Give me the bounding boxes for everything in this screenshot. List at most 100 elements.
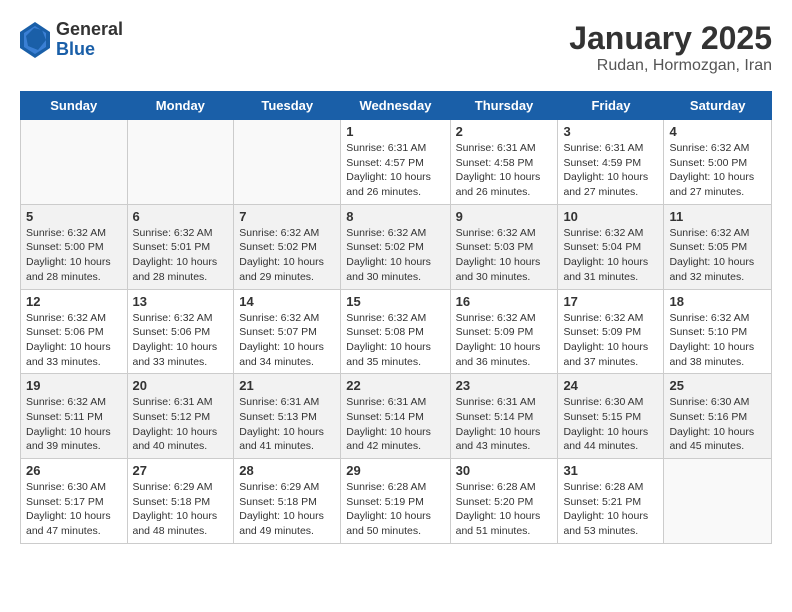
day-number: 17 [563, 294, 658, 309]
day-info: Sunrise: 6:32 AM Sunset: 5:11 PM Dayligh… [26, 395, 122, 454]
calendar-day-cell [664, 459, 772, 544]
calendar-day-cell: 12 Sunrise: 6:32 AM Sunset: 5:06 PM Dayli… [21, 289, 128, 374]
calendar-day-cell: 17 Sunrise: 6:32 AM Sunset: 5:09 PM Dayli… [558, 289, 664, 374]
day-number: 18 [669, 294, 766, 309]
calendar-day-cell: 31Sunrise: 6:28 AM Sunset: 5:21 PM Dayli… [558, 459, 664, 544]
calendar-day-cell: 6Sunrise: 6:32 AM Sunset: 5:01 PM Daylig… [127, 204, 234, 289]
calendar-day-cell: 8Sunrise: 6:32 AM Sunset: 5:02 PM Daylig… [341, 204, 450, 289]
day-number: 27 [133, 463, 229, 478]
day-info: Sunrise: 6:31 AM Sunset: 4:59 PM Dayligh… [563, 141, 658, 200]
calendar-day-cell: 20 Sunrise: 6:31 AM Sunset: 5:12 PM Dayli… [127, 374, 234, 459]
day-info: Sunrise: 6:32 AM Sunset: 5:08 PM Dayligh… [346, 311, 444, 370]
day-number: 3 [563, 124, 658, 139]
day-info: Sunrise: 6:32 AM Sunset: 5:05 PM Dayligh… [669, 226, 766, 285]
day-number: 29 [346, 463, 444, 478]
day-info: Sunrise: 6:31 AM Sunset: 4:58 PM Dayligh… [456, 141, 553, 200]
weekday-header: Sunday [21, 92, 128, 120]
day-info: Sunrise: 6:30 AM Sunset: 5:17 PM Dayligh… [26, 480, 122, 539]
day-number: 25 [669, 378, 766, 393]
calendar-title: January 2025 [569, 20, 772, 57]
calendar-day-cell: 2 Sunrise: 6:31 AM Sunset: 4:58 PM Daylig… [450, 120, 558, 205]
calendar-day-cell: 22 Sunrise: 6:31 AM Sunset: 5:14 PM Dayli… [341, 374, 450, 459]
calendar-day-cell: 10 Sunrise: 6:32 AM Sunset: 5:04 PM Dayli… [558, 204, 664, 289]
day-number: 14 [239, 294, 335, 309]
day-number: 20 [133, 378, 229, 393]
calendar-week-row: 19 Sunrise: 6:32 AM Sunset: 5:11 PM Dayli… [21, 374, 772, 459]
day-info: Sunrise: 6:28 AM Sunset: 5:21 PM Dayligh… [563, 480, 658, 539]
day-info: Sunrise: 6:32 AM Sunset: 5:01 PM Dayligh… [133, 226, 229, 285]
day-info: Sunrise: 6:32 AM Sunset: 5:04 PM Dayligh… [563, 226, 658, 285]
calendar-day-cell: 29 Sunrise: 6:28 AM Sunset: 5:19 PM Dayli… [341, 459, 450, 544]
day-number: 8 [346, 209, 444, 224]
weekday-header-row: SundayMondayTuesdayWednesdayThursdayFrid… [21, 92, 772, 120]
calendar-day-cell: 15 Sunrise: 6:32 AM Sunset: 5:08 PM Dayli… [341, 289, 450, 374]
logo-general: General [56, 20, 123, 40]
calendar-day-cell [21, 120, 128, 205]
day-info: Sunrise: 6:31 AM Sunset: 5:14 PM Dayligh… [346, 395, 444, 454]
day-info: Sunrise: 6:28 AM Sunset: 5:19 PM Dayligh… [346, 480, 444, 539]
day-info: Sunrise: 6:32 AM Sunset: 5:09 PM Dayligh… [563, 311, 658, 370]
calendar-day-cell: 18 Sunrise: 6:32 AM Sunset: 5:10 PM Dayli… [664, 289, 772, 374]
calendar-day-cell: 5 Sunrise: 6:32 AM Sunset: 5:00 PM Daylig… [21, 204, 128, 289]
day-number: 16 [456, 294, 553, 309]
logo-text: General Blue [56, 20, 123, 60]
day-number: 5 [26, 209, 122, 224]
day-number: 4 [669, 124, 766, 139]
day-info: Sunrise: 6:29 AM Sunset: 5:18 PM Dayligh… [239, 480, 335, 539]
calendar-week-row: 12 Sunrise: 6:32 AM Sunset: 5:06 PM Dayli… [21, 289, 772, 374]
day-number: 23 [456, 378, 553, 393]
calendar-day-cell: 24Sunrise: 6:30 AM Sunset: 5:15 PM Dayli… [558, 374, 664, 459]
day-info: Sunrise: 6:31 AM Sunset: 4:57 PM Dayligh… [346, 141, 444, 200]
day-number: 1 [346, 124, 444, 139]
calendar-day-cell: 1 Sunrise: 6:31 AM Sunset: 4:57 PM Daylig… [341, 120, 450, 205]
weekday-header: Saturday [664, 92, 772, 120]
day-number: 7 [239, 209, 335, 224]
calendar-day-cell: 28Sunrise: 6:29 AM Sunset: 5:18 PM Dayli… [234, 459, 341, 544]
logo: General Blue [20, 20, 123, 60]
calendar-week-row: 5 Sunrise: 6:32 AM Sunset: 5:00 PM Daylig… [21, 204, 772, 289]
day-number: 22 [346, 378, 444, 393]
calendar-day-cell: 13Sunrise: 6:32 AM Sunset: 5:06 PM Dayli… [127, 289, 234, 374]
calendar-day-cell: 11 Sunrise: 6:32 AM Sunset: 5:05 PM Dayli… [664, 204, 772, 289]
day-number: 9 [456, 209, 553, 224]
weekday-header: Friday [558, 92, 664, 120]
day-number: 11 [669, 209, 766, 224]
day-info: Sunrise: 6:32 AM Sunset: 5:10 PM Dayligh… [669, 311, 766, 370]
page-header: General Blue January 2025 Rudan, Hormozg… [20, 20, 772, 75]
calendar-day-cell [127, 120, 234, 205]
calendar-day-cell: 19 Sunrise: 6:32 AM Sunset: 5:11 PM Dayli… [21, 374, 128, 459]
calendar-day-cell [234, 120, 341, 205]
weekday-header: Wednesday [341, 92, 450, 120]
weekday-header: Thursday [450, 92, 558, 120]
day-info: Sunrise: 6:32 AM Sunset: 5:06 PM Dayligh… [26, 311, 122, 370]
title-block: January 2025 Rudan, Hormozgan, Iran [569, 20, 772, 75]
day-number: 12 [26, 294, 122, 309]
day-number: 2 [456, 124, 553, 139]
day-number: 24 [563, 378, 658, 393]
day-number: 15 [346, 294, 444, 309]
day-info: Sunrise: 6:32 AM Sunset: 5:06 PM Dayligh… [133, 311, 229, 370]
day-info: Sunrise: 6:32 AM Sunset: 5:07 PM Dayligh… [239, 311, 335, 370]
day-info: Sunrise: 6:31 AM Sunset: 5:12 PM Dayligh… [133, 395, 229, 454]
logo-icon [20, 22, 50, 58]
calendar-day-cell: 4Sunrise: 6:32 AM Sunset: 5:00 PM Daylig… [664, 120, 772, 205]
day-info: Sunrise: 6:32 AM Sunset: 5:00 PM Dayligh… [26, 226, 122, 285]
day-info: Sunrise: 6:29 AM Sunset: 5:18 PM Dayligh… [133, 480, 229, 539]
logo-blue: Blue [56, 40, 123, 60]
day-info: Sunrise: 6:32 AM Sunset: 5:02 PM Dayligh… [239, 226, 335, 285]
day-number: 30 [456, 463, 553, 478]
calendar-day-cell: 9 Sunrise: 6:32 AM Sunset: 5:03 PM Daylig… [450, 204, 558, 289]
day-number: 19 [26, 378, 122, 393]
day-info: Sunrise: 6:31 AM Sunset: 5:13 PM Dayligh… [239, 395, 335, 454]
calendar-day-cell: 7 Sunrise: 6:32 AM Sunset: 5:02 PM Daylig… [234, 204, 341, 289]
calendar-day-cell: 26 Sunrise: 6:30 AM Sunset: 5:17 PM Dayli… [21, 459, 128, 544]
calendar-day-cell: 25Sunrise: 6:30 AM Sunset: 5:16 PM Dayli… [664, 374, 772, 459]
day-info: Sunrise: 6:32 AM Sunset: 5:03 PM Dayligh… [456, 226, 553, 285]
day-number: 26 [26, 463, 122, 478]
calendar-day-cell: 21Sunrise: 6:31 AM Sunset: 5:13 PM Dayli… [234, 374, 341, 459]
day-info: Sunrise: 6:32 AM Sunset: 5:09 PM Dayligh… [456, 311, 553, 370]
calendar-day-cell: 23Sunrise: 6:31 AM Sunset: 5:14 PM Dayli… [450, 374, 558, 459]
calendar-table: SundayMondayTuesdayWednesdayThursdayFrid… [20, 91, 772, 544]
calendar-week-row: 1 Sunrise: 6:31 AM Sunset: 4:57 PM Daylig… [21, 120, 772, 205]
day-number: 10 [563, 209, 658, 224]
